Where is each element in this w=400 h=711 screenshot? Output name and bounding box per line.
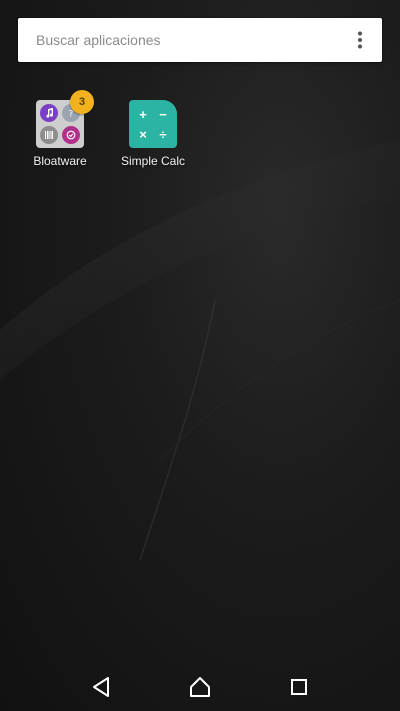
app-search-bar[interactable] — [18, 18, 382, 62]
navigation-bar — [0, 663, 400, 711]
calculator-icon-tile: + − × ÷ — [129, 100, 177, 148]
folder-bloatware[interactable]: ? 3 Bloatware — [22, 90, 98, 168]
barcode-icon — [40, 126, 58, 144]
plus-symbol: + — [139, 106, 147, 122]
check-circle-icon — [62, 126, 80, 144]
folder-icon: ? 3 — [36, 90, 94, 148]
music-note-icon — [40, 104, 58, 122]
overflow-menu-icon[interactable] — [338, 18, 382, 62]
app-label-bloatware: Bloatware — [33, 154, 87, 168]
search-input[interactable] — [36, 18, 338, 62]
home-screen: ? 3 Bloatware + − × ÷ — [0, 0, 400, 711]
app-label-simple-calc: Simple Calc — [120, 154, 186, 168]
app-simple-calc[interactable]: + − × ÷ Simple Calc — [115, 100, 191, 168]
home-icon[interactable] — [176, 663, 224, 711]
multiply-symbol: × — [139, 126, 147, 142]
back-triangle-icon[interactable] — [77, 663, 125, 711]
calculator-icon: + − × ÷ — [129, 100, 177, 148]
notification-badge: 3 — [70, 90, 94, 114]
minus-symbol: − — [159, 106, 167, 122]
divide-symbol: ÷ — [159, 126, 167, 142]
recents-square-icon[interactable] — [275, 663, 323, 711]
